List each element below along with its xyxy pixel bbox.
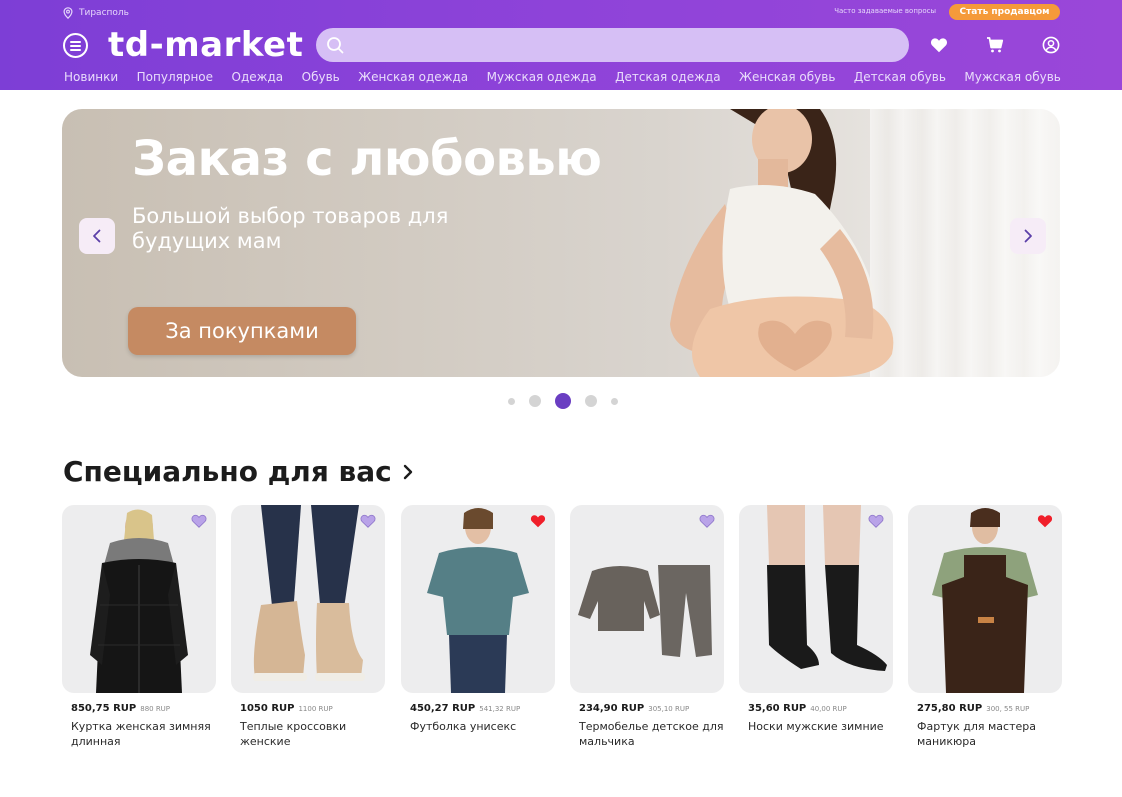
city-selector[interactable]: Тирасполь	[63, 7, 129, 19]
user-icon	[1042, 36, 1060, 54]
tshirt-photo	[427, 508, 529, 693]
faq-link[interactable]: Часто задаваемые вопросы	[834, 7, 936, 15]
category-link[interactable]: Детская одежда	[615, 70, 720, 84]
carousel-dot[interactable]	[585, 395, 597, 407]
category-link[interactable]: Популярное	[137, 70, 213, 84]
search-input[interactable]	[360, 34, 890, 56]
favorite-heart-icon[interactable]	[868, 514, 884, 528]
become-seller-button[interactable]: Стать продавцом	[949, 4, 1060, 20]
product-price: 1050 RUP 1100 RUP	[240, 703, 333, 714]
product-image[interactable]	[908, 505, 1062, 693]
category-link[interactable]: Детская обувь	[854, 70, 946, 84]
product-name[interactable]: Футболка унисекс	[410, 719, 555, 734]
sneakers-photo	[253, 505, 365, 681]
favorite-heart-icon[interactable]	[699, 514, 715, 528]
product-price-current: 275,80 RUP	[917, 703, 983, 714]
menu-icon-line	[70, 40, 81, 43]
section-title-text: Специально для вас	[63, 455, 392, 488]
product-name[interactable]: Термобелье детское для мальчика	[579, 719, 724, 749]
product-image[interactable]	[231, 505, 385, 693]
favorite-heart-icon[interactable]	[360, 514, 376, 528]
search-icon[interactable]	[326, 36, 344, 54]
banner-photo-pregnant-woman	[670, 109, 894, 377]
promo-banner[interactable]: Заказ с любовью Большой выбор товаров дл…	[62, 109, 1060, 377]
carousel-dot-active[interactable]	[555, 393, 571, 409]
category-link[interactable]: Обувь	[302, 70, 340, 84]
banner-prev-button[interactable]	[79, 218, 115, 254]
product-price-current: 850,75 RUP	[71, 703, 137, 714]
shop-now-button[interactable]: За покупками	[128, 307, 356, 355]
product-price: 850,75 RUP 880 RUP	[71, 703, 170, 714]
product-price: 450,27 RUP 541,32 RUP	[410, 703, 520, 714]
section-title-special[interactable]: Специально для вас	[63, 455, 414, 488]
socks-photo	[767, 505, 887, 671]
product-price-current: 234,90 RUP	[579, 703, 645, 714]
site-header: Тирасполь Часто задаваемые вопросы Стать…	[0, 0, 1122, 90]
product-price: 234,90 RUP 305,10 RUP	[579, 703, 689, 714]
category-link[interactable]: Мужская обувь	[964, 70, 1061, 84]
product-price-old: 1100 RUP	[298, 705, 333, 713]
favorite-heart-icon[interactable]	[191, 514, 207, 528]
product-price-old: 880 RUP	[140, 705, 171, 713]
product-price-current: 1050 RUP	[240, 703, 295, 714]
city-name: Тирасполь	[79, 8, 129, 18]
cart-icon	[987, 37, 1004, 53]
carousel-dot[interactable]	[508, 397, 515, 405]
profile-button[interactable]	[1041, 35, 1061, 55]
product-name[interactable]: Куртка женская зимняя длинная	[71, 719, 216, 749]
product-price: 275,80 RUP 300, 55 RUP	[917, 703, 1029, 714]
favorite-heart-icon-active[interactable]	[530, 514, 546, 528]
jacket-photo	[90, 509, 188, 693]
product-price-old: 40,00 RUP	[810, 705, 847, 713]
product-price-old: 541,32 RUP	[479, 705, 521, 713]
favorite-heart-icon-active[interactable]	[1037, 514, 1053, 528]
chevron-right-icon	[1024, 229, 1032, 243]
category-link[interactable]: Женская одежда	[358, 70, 468, 84]
product-image[interactable]	[62, 505, 216, 693]
product-price-current: 450,27 RUP	[410, 703, 476, 714]
thermal-set-photo	[578, 565, 712, 657]
product-price-old: 300, 55 RUP	[986, 705, 1030, 713]
site-logo[interactable]: td-market	[108, 25, 303, 65]
heart-icon	[930, 38, 948, 53]
product-name[interactable]: Фартук для мастера маникюра	[917, 719, 1062, 749]
category-nav: Новинки Популярное Одежда Обувь Женская …	[64, 70, 1061, 84]
category-link[interactable]: Мужская одежда	[487, 70, 597, 84]
banner-subtitle: Большой выбор товаров для будущих мам	[132, 204, 449, 253]
menu-button[interactable]	[63, 33, 88, 58]
category-link[interactable]: Новинки	[64, 70, 118, 84]
banner-next-button[interactable]	[1010, 218, 1046, 254]
carousel-pagination	[508, 393, 618, 409]
favorites-button[interactable]	[929, 35, 949, 55]
top-bar: Тирасполь Часто задаваемые вопросы Стать…	[0, 0, 1122, 26]
product-name[interactable]: Носки мужские зимние	[748, 719, 893, 734]
carousel-dot[interactable]	[611, 397, 618, 405]
menu-icon-line	[70, 48, 81, 51]
product-name[interactable]: Теплые кроссовки женские	[240, 719, 385, 749]
search-bar[interactable]	[316, 28, 909, 62]
product-price-old: 305,10 RUP	[648, 705, 690, 713]
product-image[interactable]	[739, 505, 893, 693]
product-image[interactable]	[401, 505, 555, 693]
category-link[interactable]: Одежда	[232, 70, 284, 84]
banner-title: Заказ с любовью	[132, 131, 602, 187]
carousel-dot[interactable]	[529, 395, 541, 407]
apron-photo	[932, 508, 1038, 693]
menu-icon-line	[70, 44, 81, 47]
chevron-left-icon	[93, 229, 101, 243]
location-pin-icon	[63, 7, 73, 19]
chevron-right-icon	[403, 464, 412, 479]
product-price-current: 35,60 RUP	[748, 703, 807, 714]
product-price: 35,60 RUP 40,00 RUP	[748, 703, 847, 714]
category-link[interactable]: Женская обувь	[739, 70, 835, 84]
cart-button[interactable]	[985, 35, 1005, 55]
product-image[interactable]	[570, 505, 724, 693]
